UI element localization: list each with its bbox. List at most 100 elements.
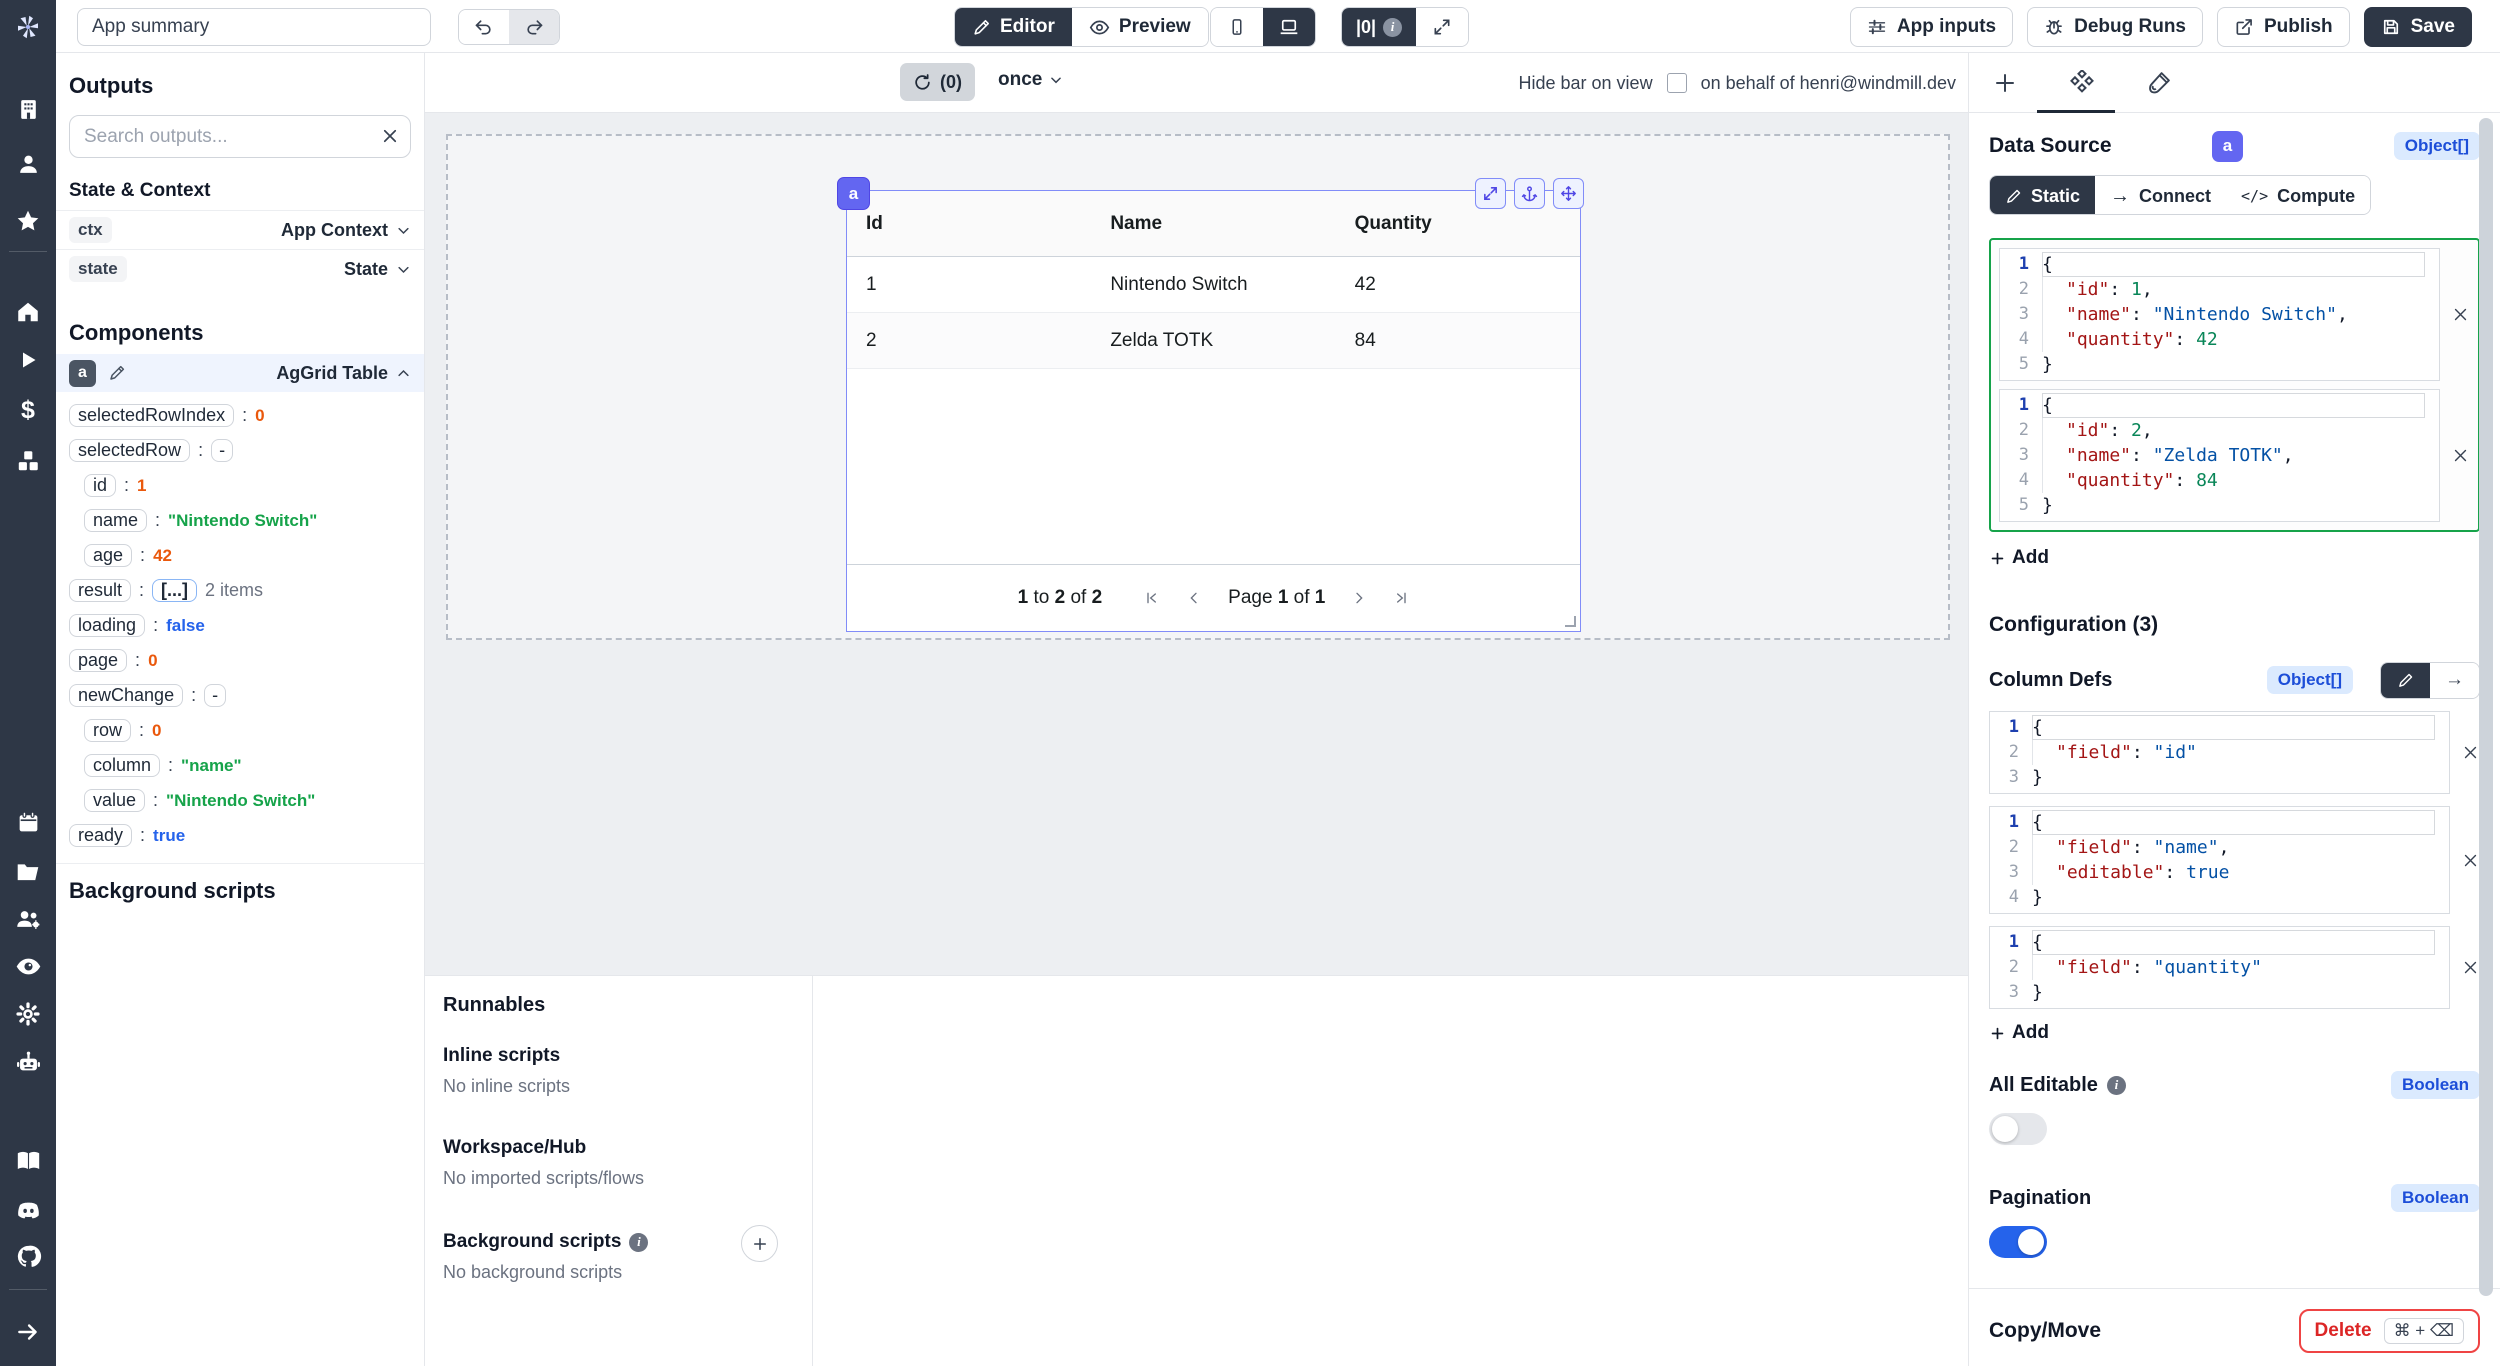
audit-eye-icon[interactable] [0, 953, 56, 980]
hide-bar-checkbox[interactable] [1667, 73, 1687, 93]
remove-item-button[interactable] [2460, 744, 2480, 761]
output-row[interactable]: selectedRow: - [69, 439, 411, 462]
sidebar-divider [9, 1289, 47, 1290]
info-icon: i [629, 1233, 648, 1252]
move-component-button[interactable] [1553, 178, 1584, 209]
output-row[interactable]: selectedRowIndex: 0 [69, 404, 411, 427]
styling-brush-tab[interactable] [2147, 70, 2172, 95]
publish-button[interactable]: Publish [2217, 7, 2350, 47]
groups-users-icon[interactable] [0, 906, 56, 933]
remove-item-button[interactable] [2450, 447, 2470, 464]
add-column-def-button[interactable]: Add [1989, 1022, 2480, 1044]
pencil-icon [972, 18, 991, 37]
docs-book-icon[interactable] [0, 1147, 56, 1174]
ai-robot-icon[interactable] [0, 1049, 56, 1076]
preview-tab[interactable]: Preview [1072, 8, 1208, 46]
fullscreen-button[interactable] [1416, 8, 1468, 46]
editor-tab[interactable]: Editor [955, 8, 1072, 46]
outputs-bar-toggle[interactable]: |0| i [1342, 8, 1416, 46]
json-editor[interactable]: 1{ 2"field": "quantity" 3} [1989, 926, 2450, 1009]
github-icon[interactable] [0, 1243, 56, 1270]
connect-tab[interactable]: → Connect [2095, 176, 2226, 215]
all-editable-toggle[interactable] [1989, 1113, 2047, 1145]
static-tab[interactable]: Static [1990, 176, 2095, 215]
next-page-icon[interactable] [1351, 590, 1367, 606]
output-row[interactable]: column: "name" [84, 754, 411, 777]
prev-page-icon[interactable] [1186, 590, 1202, 606]
state-row[interactable]: state State [56, 249, 424, 288]
app-inputs-button[interactable]: App inputs [1850, 7, 2013, 47]
scrollbar-thumb[interactable] [2479, 118, 2493, 1296]
collapse-arrow-icon[interactable] [0, 1319, 56, 1345]
expand-component-button[interactable] [1475, 178, 1506, 209]
json-editor[interactable]: 1{ 2"field": "id" 3} [1989, 711, 2450, 794]
output-row[interactable]: id: 1 [84, 474, 411, 497]
app-summary-input[interactable] [77, 8, 431, 46]
add-data-item-button[interactable]: Add [1989, 547, 2480, 569]
output-row[interactable]: name: "Nintendo Switch" [84, 509, 411, 532]
rename-component-icon[interactable] [108, 364, 126, 382]
output-row[interactable]: result: [...] 2 items [69, 579, 411, 602]
delete-component-button[interactable]: Delete ⌘ + ⌫ [2299, 1309, 2480, 1353]
settings-gear-icon[interactable] [0, 1001, 56, 1027]
refresh-button[interactable]: (0) [900, 63, 975, 101]
remove-item-button[interactable] [2460, 959, 2480, 976]
first-page-icon[interactable] [1144, 590, 1160, 606]
search-outputs-input[interactable] [69, 115, 411, 158]
output-row[interactable]: newChange: - [69, 684, 411, 707]
json-editor[interactable]: 1{ 2"id": 2, 3"name": "Zelda TOTK", 4"qu… [1999, 389, 2440, 522]
last-page-icon[interactable] [1393, 590, 1409, 606]
schedule-dropdown[interactable]: once [998, 69, 1063, 91]
connect-mode-button[interactable]: → [2430, 663, 2479, 698]
component-settings-tab[interactable] [2069, 70, 2095, 96]
resources-cubes-icon[interactable] [0, 448, 56, 474]
workspace-hub-empty: No imported scripts/flows [443, 1168, 794, 1189]
redo-button[interactable] [509, 10, 559, 44]
folders-icon[interactable] [0, 859, 56, 885]
table-row[interactable]: 1 Nintendo Switch 42 [847, 257, 1580, 313]
mobile-view-button[interactable] [1211, 8, 1263, 46]
insert-component-tab[interactable] [1993, 71, 2017, 95]
column-header[interactable]: Name [1091, 213, 1335, 235]
desktop-view-button[interactable] [1263, 8, 1315, 46]
compute-tab[interactable]: </> Compute [2226, 176, 2370, 215]
json-editor[interactable]: 1{ 2"field": "name", 3"editable": true 4… [1989, 806, 2450, 914]
component-header-row[interactable]: a AgGrid Table [56, 354, 424, 392]
output-row[interactable]: loading: false [69, 614, 411, 637]
clear-search-icon[interactable] [381, 127, 399, 145]
expand-array-button[interactable]: [...] [152, 579, 197, 602]
output-row[interactable]: value: "Nintendo Switch" [84, 789, 411, 812]
table-row[interactable]: 2 Zelda TOTK 84 [847, 313, 1580, 369]
debug-runs-button[interactable]: Debug Runs [2027, 7, 2203, 47]
output-row[interactable]: row: 0 [84, 719, 411, 742]
workspace-icon[interactable] [0, 97, 56, 122]
runs-play-icon[interactable] [0, 348, 56, 372]
output-row[interactable]: age: 42 [84, 544, 411, 567]
component-tag-badge[interactable]: a [837, 177, 870, 210]
save-button[interactable]: Save [2364, 7, 2472, 47]
discord-icon[interactable] [0, 1197, 56, 1224]
json-editor[interactable]: 1{ 2"id": 1, 3"name": "Nintendo Switch",… [1999, 248, 2440, 381]
user-icon[interactable] [0, 152, 56, 177]
favorites-star-icon[interactable] [0, 208, 56, 234]
resize-handle[interactable] [1565, 616, 1576, 627]
schedules-calendar-icon[interactable] [0, 810, 56, 835]
ctx-row[interactable]: ctx App Context [56, 210, 424, 249]
home-icon[interactable] [0, 299, 56, 325]
output-row[interactable]: page: 0 [69, 649, 411, 672]
remove-item-button[interactable] [2460, 852, 2480, 869]
output-row[interactable]: ready: true [69, 824, 411, 847]
windmill-logo[interactable] [0, 0, 56, 53]
add-background-script-button[interactable] [741, 1225, 778, 1262]
inline-scripts-empty: No inline scripts [443, 1076, 794, 1097]
remove-item-button[interactable] [2450, 306, 2470, 323]
pagination-toggle[interactable] [1989, 1226, 2047, 1258]
variables-dollar-icon[interactable]: $ [0, 397, 56, 423]
anchor-component-button[interactable] [1514, 178, 1545, 209]
undo-button[interactable] [459, 10, 509, 44]
column-header[interactable]: Id [847, 213, 1091, 235]
edit-mode-button[interactable] [2381, 663, 2430, 698]
aggrid-table-component[interactable]: a Id Name Quantity [846, 190, 1581, 632]
canvas-grid-area[interactable]: a Id Name Quantity [446, 134, 1950, 640]
column-header[interactable]: Quantity [1336, 213, 1580, 235]
